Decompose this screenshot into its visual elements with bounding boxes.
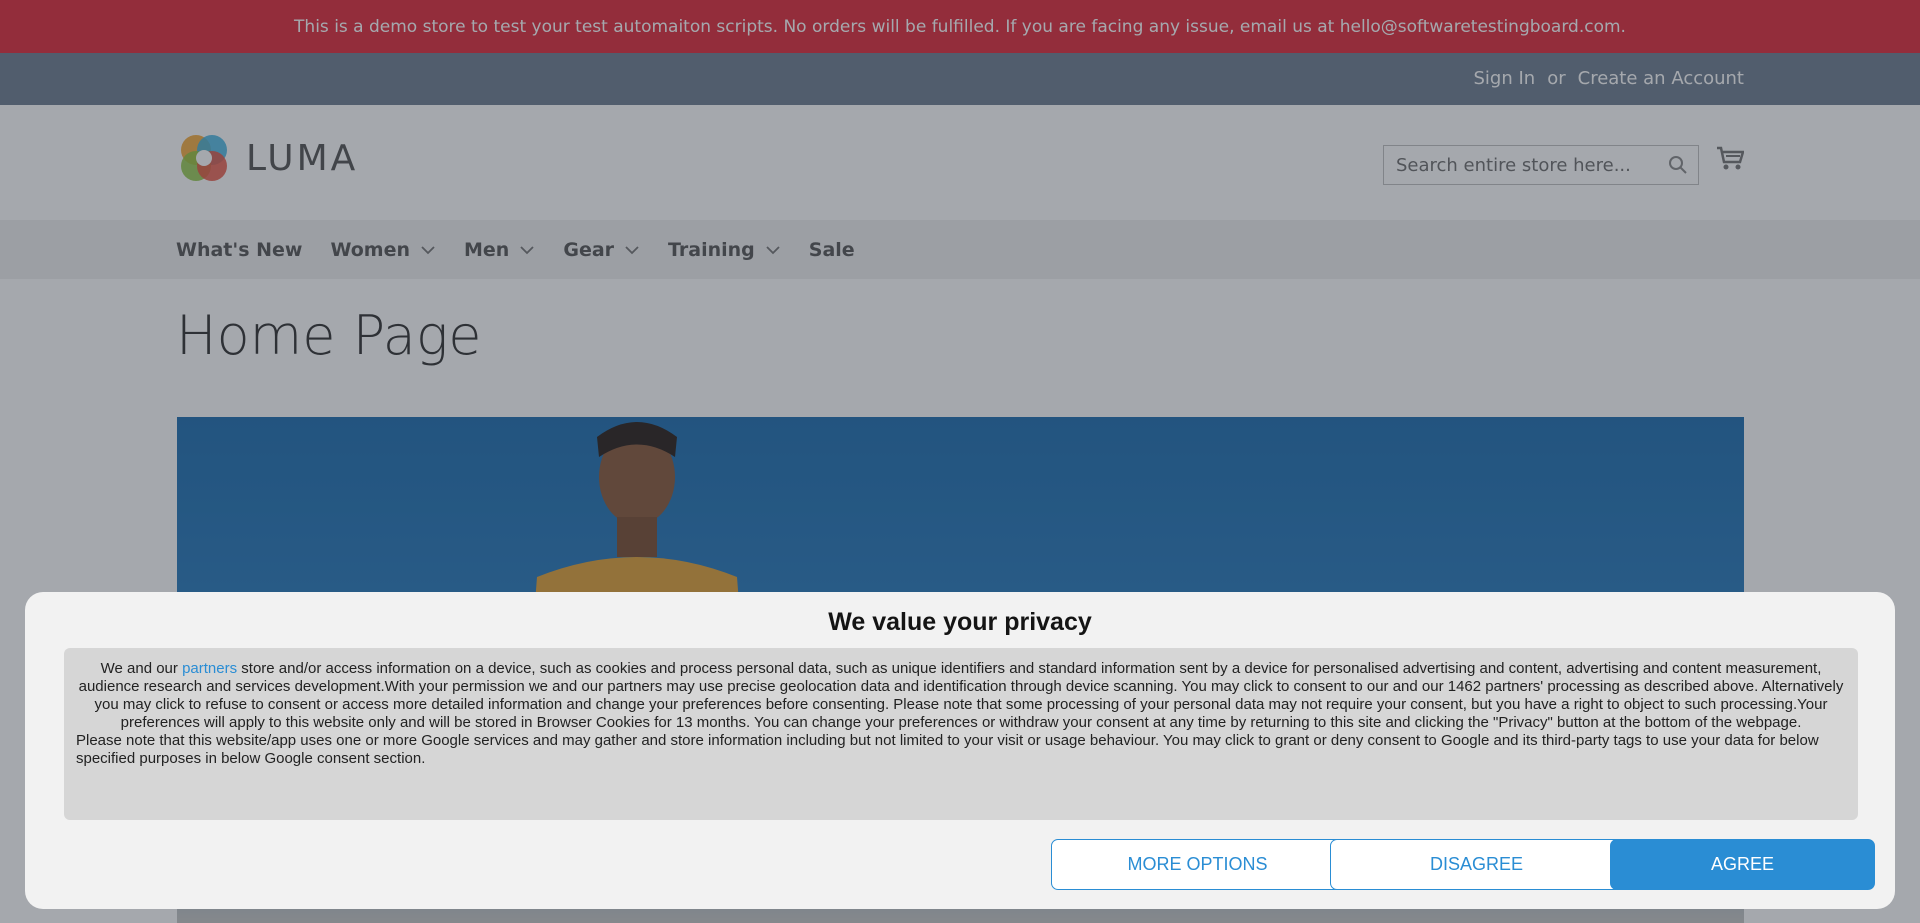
disagree-button[interactable]: DISAGREE (1330, 839, 1623, 890)
consent-text-box: We and our partners store and/or access … (64, 648, 1858, 820)
consent-text-body: store and/or access information on a dev… (78, 660, 1844, 731)
privacy-consent-dialog: We value your privacy We and our partner… (25, 592, 1895, 909)
more-options-button[interactable]: MORE OPTIONS (1051, 839, 1344, 890)
consent-title: We value your privacy (828, 608, 1092, 636)
google-consent-paragraph: Please note that this website/app uses o… (76, 732, 1819, 767)
consent-text-prefix: We and our (100, 660, 183, 677)
agree-button[interactable]: AGREE (1610, 839, 1875, 890)
consent-paragraph: We and our partners store and/or access … (76, 660, 1846, 732)
partners-link[interactable]: partners (182, 660, 237, 677)
